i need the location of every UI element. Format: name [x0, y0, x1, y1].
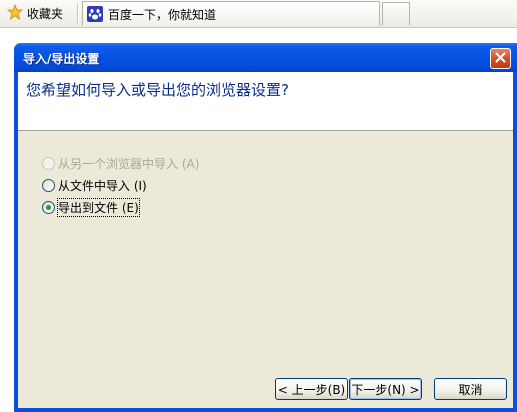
radio-import-from-file[interactable] [42, 178, 55, 192]
star-icon [6, 3, 24, 23]
tab-title: 百度一下，你就知道 [108, 7, 217, 22]
wizard-header: 您希望如何导入或导出您的浏览器设置? [18, 72, 513, 131]
option-label: 导出到文件 (E) [57, 197, 140, 217]
cancel-button[interactable]: 取消 [434, 378, 507, 400]
option-label: 从文件中导入 (I) [58, 178, 147, 193]
back-button[interactable]: < 上一步(B) [275, 378, 348, 400]
favorites-bar: 收藏夹 百度一下，你就知道 [0, 0, 517, 28]
option-export-to-file[interactable]: 导出到文件 (E) [42, 197, 199, 217]
option-label: 从另一个浏览器中导入 (A) [58, 156, 200, 171]
dialog-client-area: 您希望如何导入或导出您的浏览器设置? 从另一个浏览器中导入 (A) 从文件中导入… [18, 72, 513, 408]
dialog-titlebar[interactable]: 导入/导出设置 [14, 43, 517, 72]
import-export-dialog: 导入/导出设置 您希望如何导入或导出您的浏览器设置? 从另一个浏览器中导入 (A… [14, 43, 517, 412]
baidu-paw-icon [87, 6, 103, 22]
radio-import-from-browser [42, 156, 55, 170]
favorites-label: 收藏夹 [27, 6, 64, 21]
close-button[interactable] [490, 48, 511, 69]
close-icon [495, 52, 506, 66]
next-button[interactable]: 下一步(N) > [349, 378, 422, 400]
toolbar-separator [77, 3, 78, 24]
dialog-title: 导入/导出设置 [23, 52, 100, 66]
new-tab-button[interactable] [382, 2, 410, 25]
option-group: 从另一个浏览器中导入 (A) 从文件中导入 (I) 导出到文件 (E) [42, 155, 199, 221]
option-import-from-browser: 从另一个浏览器中导入 (A) [42, 155, 199, 171]
option-import-from-file[interactable]: 从文件中导入 (I) [42, 177, 199, 193]
browser-tab-baidu[interactable]: 百度一下，你就知道 [82, 1, 380, 26]
favorites-button[interactable]: 收藏夹 [3, 3, 67, 23]
radio-export-to-file[interactable] [42, 200, 55, 214]
wizard-question: 您希望如何导入或导出您的浏览器设置? [26, 81, 289, 99]
